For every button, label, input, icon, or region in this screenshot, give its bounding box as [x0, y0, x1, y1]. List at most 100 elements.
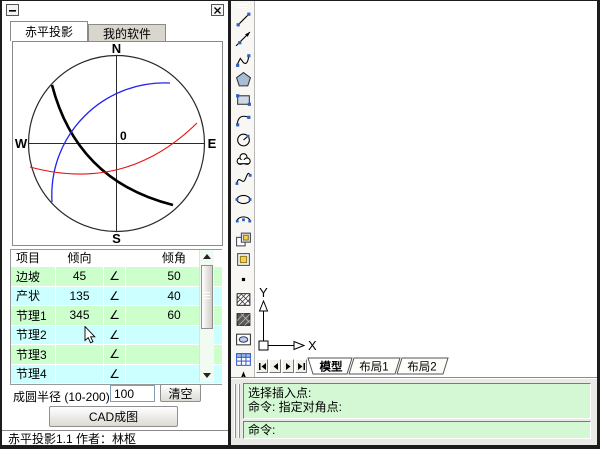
app-root: 赤平投影 我的软件 N S W E 0 项目 倾向 倾角 边坡 45 ∠ 50 …: [0, 0, 600, 449]
ellipse-icon[interactable]: [235, 191, 252, 208]
command-window-grip[interactable]: [238, 384, 240, 438]
command-history-line: 选择插入点:: [248, 386, 586, 400]
hatch-icon[interactable]: [235, 291, 252, 308]
tab-layout1[interactable]: 布局1: [349, 358, 400, 374]
next-tab-button[interactable]: [282, 359, 294, 373]
version-author-text: 赤平投影1.1 作者：林枢: [8, 430, 136, 447]
angle-symbol: ∠: [104, 267, 126, 287]
ellipse-arc-icon[interactable]: [235, 211, 252, 228]
region-icon[interactable]: [235, 331, 252, 348]
row-label: 节理1: [11, 306, 56, 326]
circle-icon[interactable]: [235, 131, 252, 148]
radius-label: 成圆半径 (10-200): [13, 388, 110, 405]
previous-tab-icon: [271, 362, 280, 371]
dip-direction-cell[interactable]: 345: [56, 306, 104, 326]
angle-symbol: ∠: [104, 306, 126, 326]
command-history-line: 命令: 指定对角点:: [248, 400, 586, 414]
tab-model-label: 模型: [320, 360, 343, 374]
table-scrollbar[interactable]: [199, 250, 214, 382]
last-tab-button[interactable]: [295, 359, 307, 373]
make-block-icon[interactable]: [235, 251, 252, 268]
gradient-icon[interactable]: [235, 311, 252, 328]
tab-layout2-label: 布局2: [407, 361, 436, 374]
spline-icon[interactable]: [235, 171, 252, 188]
curve-joint1: [52, 83, 170, 202]
ucs-x-label: X: [308, 338, 317, 353]
palette-titlebar[interactable]: [5, 4, 225, 17]
ucs-y-arrowhead: [260, 301, 268, 311]
curve-slope: [52, 85, 173, 205]
label-east: E: [208, 136, 217, 151]
clear-button[interactable]: 清空: [160, 384, 201, 402]
tab-my-software[interactable]: 我的软件: [88, 24, 166, 41]
toolbar-grip[interactable]: [237, 4, 248, 5]
first-tab-button[interactable]: [256, 359, 268, 373]
scroll-down-icon[interactable]: [203, 373, 211, 378]
ucs-y-label: Y: [259, 285, 268, 300]
col-header-dip-direction: 倾向: [56, 250, 104, 267]
angle-symbol: ∠: [104, 287, 126, 307]
tab-layout1-label: 布局1: [359, 361, 388, 374]
point-icon[interactable]: [235, 271, 252, 288]
first-tab-icon: [258, 362, 267, 371]
revision-cloud-icon[interactable]: [235, 151, 252, 168]
angle-symbol: ∠: [104, 365, 126, 385]
scroll-up-icon[interactable]: [203, 254, 211, 259]
minimize-icon: [8, 6, 17, 15]
toolbar-grip[interactable]: [237, 7, 248, 8]
label-west: W: [15, 136, 28, 151]
table-icon[interactable]: [235, 351, 252, 368]
angle-symbol: ∠: [104, 345, 126, 365]
label-north: N: [112, 42, 121, 56]
row-label: 产状: [11, 287, 56, 307]
tab-layout2[interactable]: 布局2: [397, 358, 448, 374]
palette-statusbar: 赤平投影1.1 作者：林枢: [2, 430, 228, 445]
command-prompt-text: 命令:: [248, 423, 275, 437]
minimize-button[interactable]: [6, 4, 19, 16]
command-input[interactable]: 命令:: [243, 421, 591, 439]
last-tab-icon: [297, 362, 306, 371]
tab-projection[interactable]: 赤平投影: [10, 21, 88, 41]
previous-tab-button[interactable]: [269, 359, 281, 373]
dip-direction-cell[interactable]: [56, 345, 104, 365]
close-icon: [213, 6, 222, 15]
row-label: 节理3: [11, 345, 56, 365]
ucs-x-arrowhead: [294, 342, 304, 350]
dip-direction-cell[interactable]: [56, 365, 104, 385]
ucs-icon: Y X: [255, 283, 321, 355]
rectangle-icon[interactable]: [235, 91, 252, 108]
row-label: 节理4: [11, 365, 56, 385]
polygon-icon[interactable]: [235, 71, 252, 88]
layout-tab-bar: 模型 布局1 布局2: [255, 357, 597, 376]
polyline-icon[interactable]: [235, 51, 252, 68]
dip-direction-cell[interactable]: 45: [56, 267, 104, 287]
draw-toolbar: [231, 1, 255, 377]
row-label: 节理2: [11, 326, 56, 346]
cad-plot-button-label: CAD成图: [89, 408, 138, 425]
construction-line-icon[interactable]: [235, 31, 252, 48]
label-south: S: [112, 231, 121, 245]
close-button[interactable]: [211, 4, 224, 16]
command-window-grip[interactable]: [234, 384, 236, 438]
angle-symbol: ∠: [104, 326, 126, 346]
layout-tabs: 模型 布局1 布局2: [307, 357, 467, 376]
insert-block-icon[interactable]: [235, 231, 252, 248]
dip-direction-cell[interactable]: [56, 326, 104, 346]
row-label: 边坡: [11, 267, 56, 287]
arc-icon[interactable]: [235, 111, 252, 128]
line-icon[interactable]: [235, 11, 252, 28]
cad-plot-button[interactable]: CAD成图: [49, 406, 178, 427]
radius-input[interactable]: [110, 385, 155, 402]
tab-projection-label: 赤平投影: [25, 23, 73, 40]
stereonet-plot: N S W E 0: [13, 42, 222, 245]
next-tab-icon: [284, 362, 293, 371]
mouse-cursor: [84, 326, 96, 344]
border-left: [0, 0, 2, 449]
titlebar-grip[interactable]: [26, 5, 204, 16]
tab-model[interactable]: 模型: [308, 358, 352, 374]
label-center: 0: [120, 129, 127, 143]
command-window: 选择插入点: 命令: 指定对角点: 命令:: [231, 377, 597, 445]
clear-button-label: 清空: [168, 385, 192, 402]
dip-direction-cell[interactable]: 135: [56, 287, 104, 307]
scroll-thumb[interactable]: [201, 265, 213, 329]
